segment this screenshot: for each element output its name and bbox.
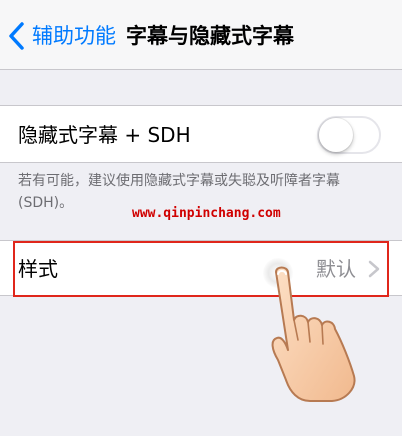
pointing-hand-icon bbox=[271, 266, 356, 402]
navigation-bar: 辅助功能 字幕与隐藏式字幕 bbox=[0, 0, 402, 70]
back-button[interactable]: 辅助功能 bbox=[6, 18, 116, 54]
style-label: 样式 bbox=[18, 257, 58, 281]
closed-captions-label: 隐藏式字幕 + SDH bbox=[18, 123, 191, 147]
chevron-left-icon bbox=[9, 22, 24, 50]
closed-captions-row: 隐藏式字幕 + SDH bbox=[0, 105, 402, 163]
back-button-label: 辅助功能 bbox=[32, 24, 116, 48]
watermark: www.qinpinchang.com bbox=[132, 206, 281, 221]
closed-captions-toggle[interactable] bbox=[317, 116, 381, 154]
toggle-knob bbox=[319, 118, 353, 152]
page-title: 字幕与隐藏式字幕 bbox=[126, 24, 294, 48]
